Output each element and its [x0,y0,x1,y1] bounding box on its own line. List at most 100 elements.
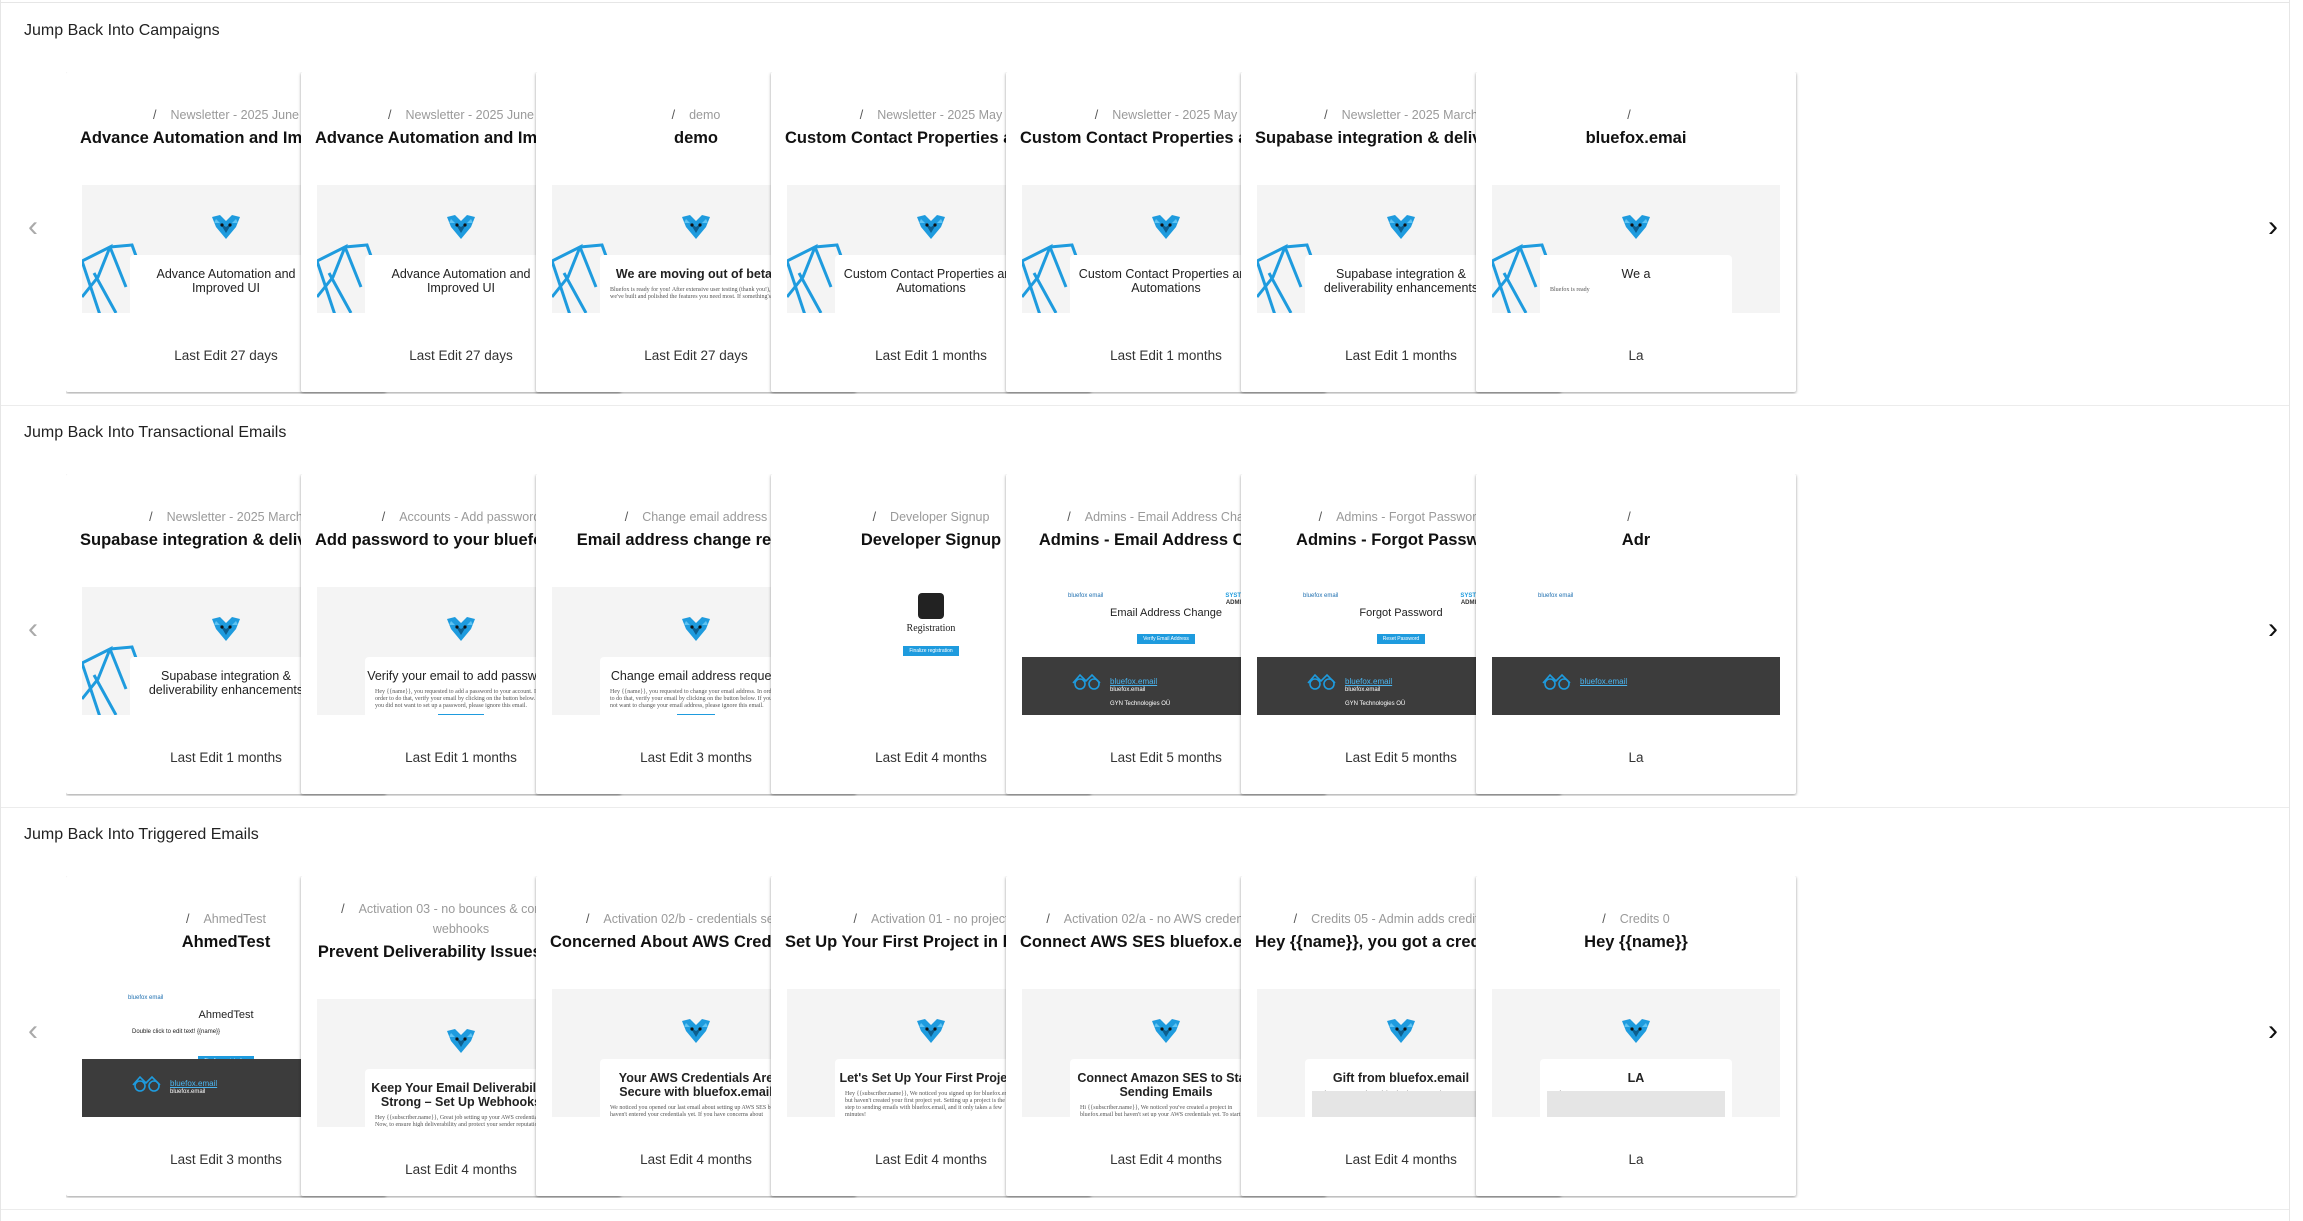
template-card[interactable]: / bluefox.emai We a Bluefox is ready La [1476,72,1796,392]
carousel-prev-button[interactable]: ‹ [21,614,45,644]
preview-body: Hey {{subscriber.name}}, Great job setti… [375,1115,544,1127]
preview-content-card: Advance Automation and Improved UI [130,255,322,313]
preview-heading: We a [1621,267,1651,281]
card-title: Hey {{name}} [1584,933,1688,951]
preview-heading: Supabase integration & deliverability en… [148,669,304,697]
brand-logo-text: bluefox email [1303,593,1339,599]
breadcrumb-separator: / [1324,108,1328,122]
preview-heading: Advance Automation and Improved UI [156,267,296,295]
dashboard-page: Jump Back Into Campaigns ‹ › / Newsletter - … [0,0,2290,1221]
breadcrumb-label: Newsletter - 2025 June [170,108,300,122]
developer-logo-icon [918,593,944,619]
preview-footer: bluefox.email [1492,657,1780,715]
preview-content-card: Keep Your Email Deliverability Strong – … [365,1069,557,1127]
preview-body: Hi {{subscriber.name}}, We noticed you'v… [1080,1105,1241,1117]
carousel-next-button[interactable]: › [2261,614,2285,644]
preview-content-card: We are moving out of beta! Bluefox is rea… [600,255,792,313]
breadcrumb-separator: / [1602,912,1606,926]
card-title: Adr [1621,531,1651,549]
section-title: Jump Back Into Campaigns [24,22,220,39]
section-transactional: Jump Back Into Transactional Emails ‹ › / Ne… [1,406,2289,808]
breadcrumb-label: Newsletter - 2025 June [405,108,535,122]
template-card[interactable]: / Adr bluefox email bluefox.email La [1476,474,1796,794]
breadcrumb-separator: / [1293,912,1298,926]
last-edit-label: La [1628,1152,1644,1167]
template-card[interactable]: / Credits 0 Hey {{name}} LAExplain negative… [1476,876,1796,1196]
breadcrumb-separator: / [853,912,857,926]
carousel-track: / AhmedTest AhmedTest bluefox email AhmedTes… [66,876,2253,1198]
bluefox-logo-icon [680,1015,712,1047]
preview-heading: Keep Your Email Deliverability Strong – … [371,1081,551,1109]
preview-cta-button: Verify Email Address [1137,634,1195,644]
preview-heading: Connect Amazon SES to Start Sending Emai… [1077,1071,1255,1099]
carousel-next-button[interactable]: › [2261,212,2285,242]
section-triggered: Jump Back Into Triggered Emails ‹ › / AhmedT… [1,808,2289,1210]
preview-body: Hey {{name}}, you requested to change yo… [610,689,782,709]
email-preview: bluefox email bluefox.email [1492,587,1780,715]
footer-link: bluefox.email [170,1079,218,1088]
preview-content-card: Advance Automation and Improved UI [365,255,557,313]
preview-heading: Change email address request [610,669,782,683]
breadcrumb-label: Newsletter - 2025 March [1341,108,1478,122]
breadcrumb-label: Admins - Forgot Password [1336,510,1484,524]
preview-cta-button: Verify Email [676,714,716,715]
preview-heading: Custom Contact Properties and Automation… [843,267,1019,295]
bluefox-bird-icon [132,1071,164,1093]
bluefox-logo-icon [1150,211,1182,243]
breadcrumb-separator: / [1627,108,1631,122]
breadcrumb-separator: / [624,510,629,524]
breadcrumb-separator: / [149,510,153,524]
breadcrumb-separator: / [585,912,590,926]
card-breadcrumb: / [1488,105,1784,125]
breadcrumb-separator: / [1067,510,1071,524]
breadcrumb-label: Newsletter - 2025 May [877,108,1003,122]
breadcrumb-separator: / [1094,108,1099,122]
bluefox-logo-icon [1620,1015,1652,1047]
breadcrumb-separator: / [859,108,864,122]
top-divider [1,2,2289,3]
breadcrumb-separator: / [387,108,392,122]
brand-logo-text: bluefox email [1538,593,1574,599]
preview-heading: We are moving out of beta! [615,267,777,281]
preview-content-card: Your AWS Credentials Are Secure with blu… [600,1059,792,1117]
carousel-track: / Newsletter - 2025 June Advance Automatio… [66,72,2253,394]
breadcrumb-separator: / [1627,510,1631,524]
preview-heading: Let's Set Up Your First Project! [839,1071,1023,1085]
preview-heading: Advance Automation and Improved UI [391,267,531,295]
carousel-track: / Newsletter - 2025 March Supabase integra… [66,474,2253,796]
preview-heading: Supabase integration & deliverability en… [1323,267,1479,295]
preview-body: We noticed you opened our last email abo… [610,1105,775,1117]
card-breadcrumb: / [1488,507,1784,527]
preview-heading: Gift from bluefox.email [1332,1071,1470,1085]
carousel-prev-button[interactable]: ‹ [21,212,45,242]
footer-link: bluefox.email [1580,677,1628,686]
preview-content-card: Custom Contact Properties and Automation… [835,255,1027,313]
breadcrumb-label: Developer Signup [890,510,990,524]
carousel-prev-button[interactable]: ‹ [21,1016,45,1046]
footer-subtext: bluefox.email [1110,687,1146,693]
preview-body: Hey {{subscriber.name}}, We noticed you … [845,1091,1017,1117]
preview-heading: Your AWS Credentials Are Secure with blu… [618,1071,774,1099]
bluefox-logo-icon [1620,211,1652,243]
carousel-next-button[interactable]: › [2261,1016,2285,1046]
preview-heading: LA [1627,1071,1645,1085]
preview-body: Bluefox is ready [1550,287,1590,293]
footer-subtext: bluefox.email [1345,687,1381,693]
breadcrumb-label: Credits 0 [1619,912,1670,926]
section-title: Jump Back Into Transactional Emails [24,424,287,441]
bluefox-logo-icon [210,613,242,645]
card-breadcrumb: / Credits 0 [1488,909,1784,929]
breadcrumb-label: Change email address [642,510,768,524]
breadcrumb-separator: / [381,510,386,524]
footer-subtext: bluefox.email [170,1089,206,1095]
breadcrumb-label: Newsletter - 2025 March [166,510,303,524]
bluefox-logo-icon [1385,1015,1417,1047]
bluefox-logo-icon [680,613,712,645]
preview-cta-button: Finalize registration [903,646,959,656]
bluefox-logo-icon [680,211,712,243]
bluefox-logo-icon [915,1015,947,1047]
bluefox-logo-icon [1150,1015,1182,1047]
last-edit-label: La [1628,348,1644,363]
preview-content-card: Supabase integration & deliverability en… [1305,255,1497,313]
brand-logo-text: bluefox email [1068,593,1104,599]
